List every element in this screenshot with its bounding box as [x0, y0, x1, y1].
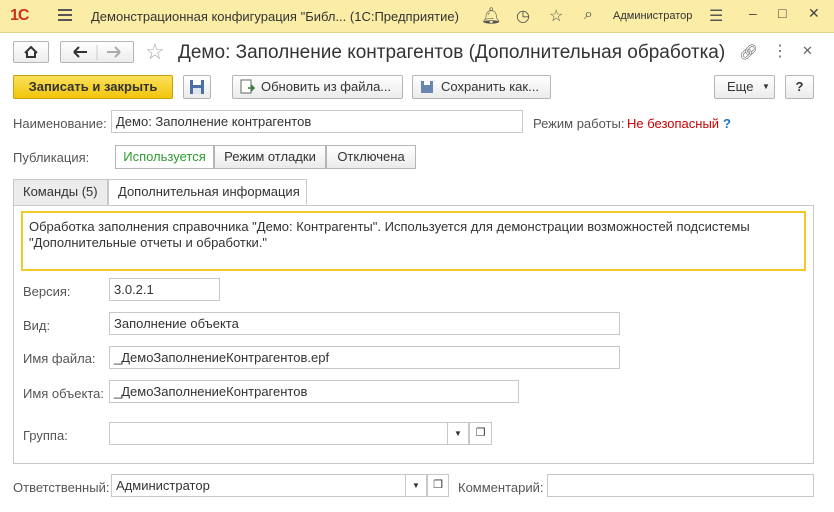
chevron-down-icon: ▼ [454, 429, 462, 438]
minimize-icon[interactable]: – [749, 5, 757, 21]
save-as-button[interactable]: Сохранить как... [412, 75, 551, 99]
forward-arrow-icon[interactable] [107, 46, 121, 58]
bell-icon[interactable]: 🔔︎ [481, 6, 501, 26]
comment-label: Комментарий: [458, 480, 544, 495]
responsible-label: Ответственный: [13, 480, 110, 495]
help-button[interactable]: ? [785, 75, 814, 99]
file-name-input[interactable]: _ДемоЗаполнениеКонтрагентов.epf [109, 346, 620, 369]
nav-buttons [60, 41, 134, 63]
open-window-icon: ❐ [433, 479, 443, 491]
group-label: Группа: [23, 428, 68, 443]
history-icon[interactable]: ◷ [516, 6, 530, 26]
description-textarea[interactable]: Обработка заполнения справочника "Демо: … [21, 211, 806, 271]
responsible-dropdown-button[interactable]: ▼ [405, 474, 427, 497]
comment-input[interactable] [547, 474, 814, 497]
group-input[interactable] [109, 422, 469, 445]
publication-used-option[interactable]: Используется [115, 145, 214, 169]
back-arrow-icon[interactable] [73, 46, 87, 58]
save-as-icon [421, 81, 433, 93]
object-name-label: Имя объекта: [23, 386, 105, 401]
update-from-file-label: Обновить из файла... [261, 79, 392, 94]
responsible-open-button[interactable]: ❐ [427, 474, 449, 497]
floppy-disk-icon [190, 80, 204, 94]
file-name-label: Имя файла: [23, 351, 96, 366]
object-name-input[interactable]: _ДемоЗаполнениеКонтрагентов [109, 380, 519, 403]
chevron-down-icon: ▼ [762, 82, 770, 91]
more-actions-icon[interactable]: ⋮ [772, 41, 788, 61]
link-icon[interactable]: 🔗︎ [739, 43, 758, 61]
version-input[interactable]: 3.0.2.1 [109, 278, 220, 301]
settings-menu-icon[interactable]: ☰ [709, 6, 723, 26]
tab-additional-info[interactable]: Дополнительная информация [108, 179, 307, 205]
responsible-input[interactable]: Администратор [111, 474, 427, 497]
main-menu-icon[interactable] [58, 9, 72, 21]
mode-help-link[interactable]: ? [723, 116, 731, 131]
app-logo: 1С [10, 7, 29, 24]
open-window-icon: ❐ [475, 427, 486, 439]
file-update-icon [240, 79, 256, 94]
maximize-icon[interactable]: □ [778, 5, 786, 21]
close-window-icon[interactable]: ✕ [808, 5, 820, 22]
close-form-icon[interactable]: ✕ [802, 43, 813, 59]
home-button[interactable] [13, 41, 49, 63]
kind-input[interactable]: Заполнение объекта [109, 312, 620, 335]
update-from-file-button[interactable]: Обновить из файла... [232, 75, 403, 99]
mode-label: Режим работы: [533, 116, 625, 131]
group-open-button[interactable]: ❐ [469, 422, 492, 445]
page-title: Демо: Заполнение контрагентов (Дополните… [178, 42, 726, 63]
save-button[interactable] [183, 75, 211, 99]
more-button[interactable]: Еще ▼ [714, 75, 775, 99]
more-label: Еще [727, 79, 754, 94]
version-label: Версия: [23, 284, 71, 299]
kind-label: Вид: [23, 318, 51, 333]
nav-arrows [73, 45, 121, 60]
chevron-down-icon: ▼ [412, 481, 420, 490]
tab-commands[interactable]: Команды (5) [13, 179, 108, 205]
group-dropdown-button[interactable]: ▼ [447, 422, 469, 445]
publication-disabled-option[interactable]: Отключена [326, 145, 416, 169]
user-name[interactable]: Администратор [613, 10, 692, 22]
save-as-label: Сохранить как... [441, 79, 539, 94]
home-icon [24, 45, 38, 58]
favorites-star-icon[interactable]: ☆ [549, 6, 563, 26]
search-icon[interactable]: ⌕ [584, 6, 593, 24]
publication-debug-option[interactable]: Режим отладки [214, 145, 326, 169]
favorite-star-icon[interactable]: ☆ [145, 39, 165, 65]
name-input[interactable]: Демо: Заполнение контрагентов [111, 110, 523, 133]
name-label: Наименование: [13, 116, 107, 131]
publication-label: Публикация: [13, 150, 90, 165]
window-title: Демонстрационная конфигурация "Библ... (… [91, 9, 459, 24]
title-bar: 1С Демонстрационная конфигурация "Библ..… [0, 0, 834, 33]
save-and-close-button[interactable]: Записать и закрыть [13, 75, 173, 99]
mode-value-link[interactable]: Не безопасный [627, 116, 719, 131]
